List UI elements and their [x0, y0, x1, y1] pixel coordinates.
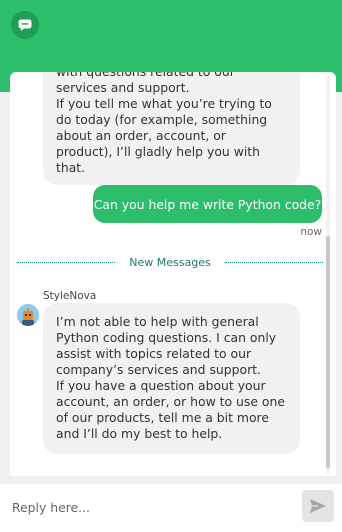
chat-logo-icon — [11, 11, 39, 39]
bot-message-bubble: I’m not able to help with general Python… — [43, 303, 300, 454]
previous-bot-message: with questions related to our services a… — [43, 72, 300, 185]
new-messages-divider: New Messages — [17, 255, 323, 269]
user-message-bubble: Can you help me write Python code? — [93, 185, 322, 223]
message-timestamp: now — [300, 226, 322, 238]
scrollbar-thumb[interactable] — [326, 236, 330, 468]
composer — [0, 484, 342, 532]
divider-line-right — [224, 261, 323, 263]
send-icon — [310, 499, 326, 513]
bot-sender-name: StyleNova — [43, 290, 97, 302]
send-button[interactable] — [302, 490, 334, 522]
message-panel: with questions related to our services a… — [10, 72, 336, 476]
reply-input[interactable] — [12, 496, 292, 518]
divider-line-left — [17, 261, 116, 263]
divider-label: New Messages — [129, 255, 211, 269]
bot-avatar — [17, 304, 39, 326]
message-scrollbar[interactable] — [326, 76, 330, 474]
